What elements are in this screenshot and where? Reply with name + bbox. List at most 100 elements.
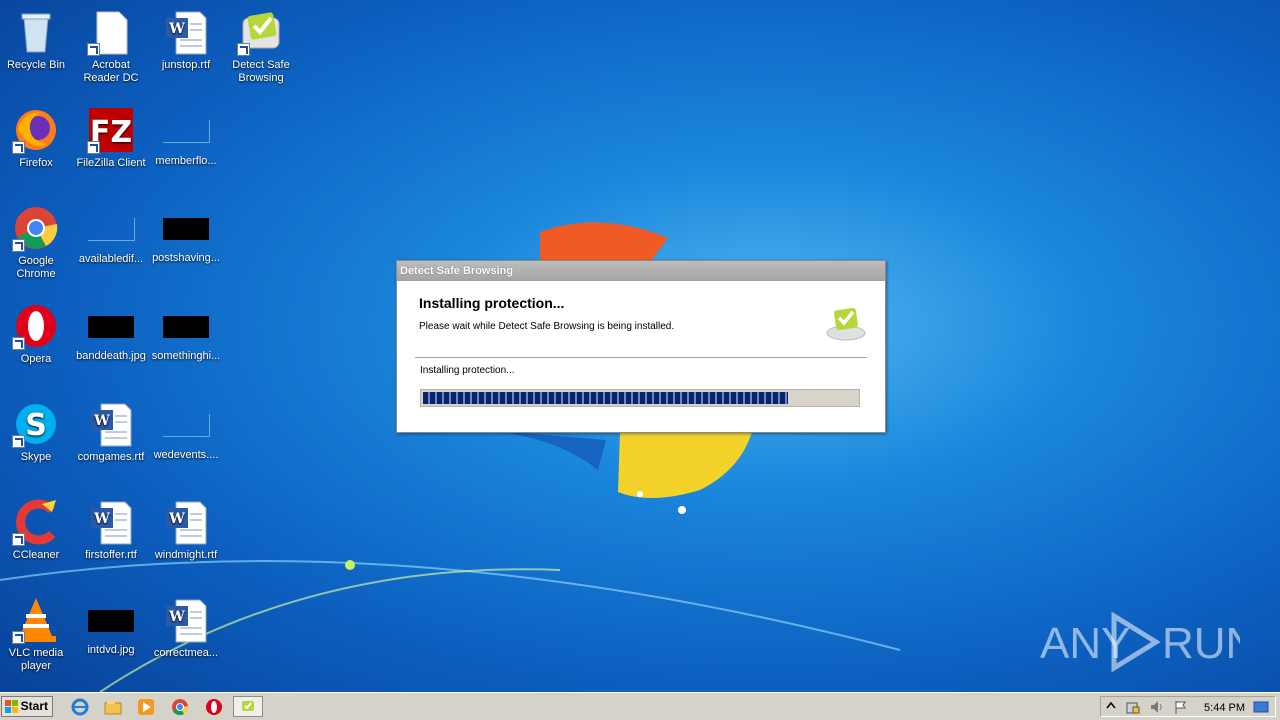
desktop-icon-correctmea[interactable]: W correctmea... bbox=[148, 596, 224, 660]
svg-text:W: W bbox=[168, 609, 185, 625]
shortcut-arrow-icon bbox=[87, 141, 100, 154]
shortcut-arrow-icon bbox=[12, 141, 25, 154]
anyrun-watermark: ANY RUN bbox=[1040, 612, 1240, 672]
watermark-text-right: RUN bbox=[1162, 619, 1240, 668]
install-progress-bar bbox=[420, 389, 860, 407]
svg-text:S: S bbox=[25, 408, 47, 443]
clock[interactable]: 5:44 PM bbox=[1204, 702, 1245, 714]
desktop-icon-filezilla[interactable]: FZ FileZilla Client bbox=[73, 106, 149, 170]
image-thumbnail bbox=[163, 316, 209, 338]
start-label: Start bbox=[20, 699, 48, 713]
desktop-icon-availabledif[interactable]: availabledif... bbox=[73, 204, 149, 266]
desktop-icon-comgames[interactable]: W comgames.rtf bbox=[73, 400, 149, 464]
action-center-icon[interactable] bbox=[1125, 699, 1141, 715]
icon-label: Opera bbox=[20, 353, 52, 365]
taskbar-item-detect-safe-browsing[interactable] bbox=[233, 696, 263, 717]
desktop-icon-somethinghi[interactable]: somethinghi... bbox=[148, 302, 224, 363]
icon-label: VLC media player bbox=[8, 647, 64, 672]
install-status-text: Installing protection... bbox=[420, 365, 515, 376]
recycle-bin-icon bbox=[21, 13, 51, 53]
shortcut-arrow-icon bbox=[237, 43, 250, 56]
watermark-text-left: ANY bbox=[1040, 619, 1130, 668]
file-thumbnail bbox=[87, 218, 135, 241]
desktop-icon-recycle-bin[interactable]: Recycle Bin bbox=[0, 8, 74, 72]
svg-text:W: W bbox=[93, 413, 110, 429]
shortcut-arrow-icon bbox=[12, 435, 25, 448]
image-thumbnail bbox=[163, 218, 209, 240]
system-tray: 5:44 PM bbox=[1100, 696, 1276, 717]
shortcut-arrow-icon bbox=[12, 239, 25, 252]
flag-icon[interactable] bbox=[1173, 699, 1189, 715]
desktop-icon-ccleaner[interactable]: CCleaner bbox=[0, 498, 74, 562]
svg-text:W: W bbox=[168, 21, 185, 37]
icon-label: somethinghi... bbox=[151, 350, 221, 362]
icon-label: banddeath.jpg bbox=[76, 350, 146, 362]
desktop-icon-wedevents[interactable]: wedevents.... bbox=[148, 400, 224, 462]
shield-check-icon bbox=[242, 701, 254, 711]
taskbar: Start 5:44 PM bbox=[0, 692, 1280, 720]
file-thumbnail bbox=[162, 414, 210, 437]
shortcut-arrow-icon bbox=[12, 533, 25, 546]
desktop-icon-firefox[interactable]: Firefox bbox=[0, 106, 74, 170]
desktop-icon-firstoffer[interactable]: W firstoffer.rtf bbox=[73, 498, 149, 562]
icon-label: wedevents.... bbox=[153, 449, 219, 461]
icon-label: Detect Safe Browsing bbox=[232, 59, 290, 84]
icon-label: CCleaner bbox=[12, 549, 60, 561]
icon-label: comgames.rtf bbox=[77, 451, 145, 463]
svg-text:W: W bbox=[168, 511, 185, 527]
icon-label: availabledif... bbox=[78, 253, 144, 265]
internet-explorer-icon[interactable] bbox=[71, 698, 89, 716]
icon-label: correctmea... bbox=[153, 647, 219, 659]
icon-label: firstoffer.rtf bbox=[85, 549, 137, 561]
dialog-subtitle: Please wait while Detect Safe Browsing i… bbox=[419, 321, 675, 332]
file-explorer-icon[interactable] bbox=[104, 698, 122, 716]
installer-dialog: Detect Safe Browsing Installing protecti… bbox=[396, 260, 886, 433]
desktop-icon-memberflo[interactable]: memberflo... bbox=[148, 106, 224, 168]
icon-label: intdvd.jpg bbox=[87, 644, 135, 656]
show-desktop-icon[interactable] bbox=[1253, 699, 1269, 715]
desktop-icon-windmight[interactable]: W windmight.rtf bbox=[148, 498, 224, 562]
word-document-icon: W bbox=[91, 403, 132, 447]
shortcut-arrow-icon bbox=[12, 631, 25, 644]
desktop-icon-banddeath[interactable]: banddeath.jpg bbox=[73, 302, 149, 363]
progress-fill bbox=[423, 392, 788, 404]
shortcut-arrow-icon bbox=[12, 337, 25, 350]
dialog-heading: Installing protection... bbox=[419, 295, 565, 311]
shield-check-icon bbox=[826, 307, 866, 341]
word-document-icon: W bbox=[91, 501, 132, 545]
desktop-icon-junstop[interactable]: W junstop.rtf bbox=[148, 8, 224, 72]
shortcut-arrow-icon bbox=[87, 43, 100, 56]
icon-label: Skype bbox=[20, 451, 52, 463]
media-player-icon[interactable] bbox=[137, 698, 155, 716]
desktop-icon-skype[interactable]: S Skype bbox=[0, 400, 74, 464]
word-document-icon: W bbox=[166, 501, 207, 545]
file-thumbnail bbox=[162, 120, 210, 143]
icon-label: Recycle Bin bbox=[6, 59, 66, 71]
chevron-up-icon[interactable] bbox=[1105, 700, 1117, 712]
icon-label: windmight.rtf bbox=[154, 549, 218, 561]
word-document-icon: W bbox=[166, 11, 207, 55]
desktop-icon-postshaving[interactable]: postshaving... bbox=[148, 204, 224, 265]
image-thumbnail bbox=[88, 610, 134, 632]
word-document-icon: W bbox=[166, 599, 207, 643]
dialog-separator bbox=[415, 357, 867, 358]
dialog-titlebar[interactable]: Detect Safe Browsing bbox=[397, 261, 885, 281]
opera-icon[interactable] bbox=[205, 698, 223, 716]
icon-label: Firefox bbox=[19, 157, 53, 169]
icon-label: memberflo... bbox=[155, 155, 217, 167]
desktop-icon-detect-safe-browsing[interactable]: Detect Safe Browsing bbox=[223, 8, 299, 85]
speaker-icon[interactable] bbox=[1149, 699, 1165, 715]
desktop-icon-intdvd[interactable]: intdvd.jpg bbox=[73, 596, 149, 657]
icon-label: postshaving... bbox=[152, 252, 220, 264]
windows-logo-icon bbox=[5, 700, 18, 713]
desktop-icon-acrobat[interactable]: Acrobat Reader DC bbox=[73, 8, 149, 85]
start-button[interactable]: Start bbox=[1, 696, 53, 717]
icon-label: Google Chrome bbox=[16, 255, 56, 280]
icon-label: FileZilla Client bbox=[76, 157, 146, 169]
desktop-icon-chrome[interactable]: Google Chrome bbox=[0, 204, 74, 281]
desktop-icon-opera[interactable]: Opera bbox=[0, 302, 74, 366]
desktop-icon-vlc[interactable]: VLC media player bbox=[0, 596, 74, 673]
chrome-icon[interactable] bbox=[171, 698, 189, 716]
image-thumbnail bbox=[88, 316, 134, 338]
icon-label: junstop.rtf bbox=[161, 59, 211, 71]
